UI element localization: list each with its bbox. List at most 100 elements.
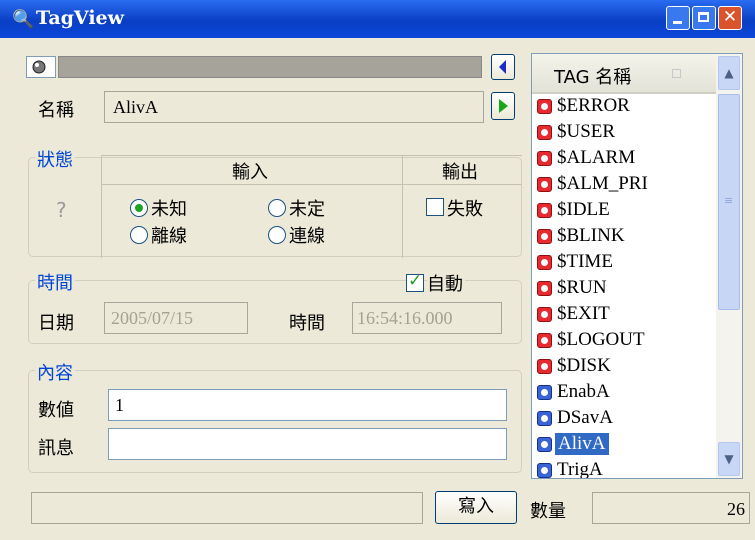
- tag-list-item[interactable]: $ERROR: [532, 94, 714, 120]
- scroll-thumb[interactable]: ≡: [718, 94, 740, 310]
- close-button[interactable]: ✕: [718, 6, 742, 30]
- time-label: 時間: [289, 313, 325, 334]
- tag-list[interactable]: TAG 名稱 $ERROR $USER $ALARM $ALM_PRI $IDLE $BL…: [531, 53, 743, 479]
- tag-items: $ERROR $USER $ALARM $ALM_PRI $IDLE $BLINK $TIM…: [532, 94, 716, 478]
- user-tag-icon: [537, 437, 552, 452]
- write-button[interactable]: 寫入: [435, 491, 517, 524]
- system-tag-icon: [537, 177, 552, 192]
- message-label: 訊息: [38, 438, 74, 459]
- magnifier-icon: 🔍: [12, 9, 35, 30]
- output-header: 輸出: [442, 162, 478, 183]
- radio-online[interactable]: [268, 226, 286, 244]
- tag-type-icon: [26, 56, 56, 78]
- status-group-title: 狀態: [35, 146, 75, 172]
- status-unknown-mark: ?: [56, 198, 67, 222]
- user-tag-icon: [537, 385, 552, 400]
- scroll-up-button[interactable]: ▲: [718, 56, 740, 90]
- name-label: 名稱: [38, 100, 74, 121]
- tag-list-scrollbar[interactable]: ▲ ≡ ▼: [716, 54, 742, 478]
- message-input[interactable]: [108, 428, 507, 460]
- tag-name: $USER: [557, 121, 616, 142]
- time-group-title: 時間: [35, 269, 75, 295]
- radio-offline-label: 離線: [151, 226, 187, 247]
- next-tag-button[interactable]: [491, 92, 515, 120]
- date-label: 日期: [38, 313, 74, 334]
- system-tag-icon: [537, 229, 552, 244]
- user-tag-icon: [537, 411, 552, 426]
- tag-list-item[interactable]: EnabA: [532, 380, 714, 406]
- scroll-down-button[interactable]: ▼: [718, 442, 740, 476]
- tag-name: $LOGOUT: [557, 329, 645, 350]
- fail-label: 失敗: [447, 199, 483, 220]
- value-label: 數値: [38, 400, 74, 421]
- date-value: 2005/07/15: [111, 308, 194, 328]
- tag-list-item[interactable]: $ALM_PRI: [532, 172, 714, 198]
- tag-list-item[interactable]: $LOGOUT: [532, 328, 714, 354]
- status-bar: [31, 492, 423, 524]
- tagview-window: 🔍 TagView ✕ 名稱 AlivA 狀態 ? 輸入 輸出 未知 未定 離線…: [0, 0, 755, 540]
- value-text: 1: [115, 395, 124, 415]
- tag-list-header-label: TAG 名稱: [554, 67, 632, 88]
- window-title: TagView: [36, 7, 124, 29]
- radio-undetermined-label: 未定: [289, 199, 325, 220]
- tag-list-item[interactable]: $DISK: [532, 354, 714, 380]
- system-tag-icon: [537, 255, 552, 270]
- system-tag-icon: [537, 281, 552, 296]
- name-field: AlivA: [104, 91, 484, 123]
- fail-checkbox[interactable]: [426, 198, 444, 216]
- auto-checkbox[interactable]: [406, 271, 424, 292]
- time-value: 16:54:16.000: [357, 308, 453, 328]
- auto-label: 自動: [427, 270, 465, 296]
- tag-name: $BLINK: [557, 225, 625, 246]
- tag-list-item[interactable]: $USER: [532, 120, 714, 146]
- tag-list-item[interactable]: $EXIT: [532, 302, 714, 328]
- time-field: 16:54:16.000: [352, 302, 502, 334]
- tag-list-item[interactable]: DSavA: [532, 406, 714, 432]
- system-tag-icon: [537, 125, 552, 140]
- count-field: 26: [592, 492, 750, 524]
- tag-list-item[interactable]: $ALARM: [532, 146, 714, 172]
- tag-list-item[interactable]: $RUN: [532, 276, 714, 302]
- tag-name: $ERROR: [557, 95, 630, 116]
- tag-name: DSavA: [557, 407, 613, 428]
- title-bar[interactable]: 🔍 TagView ✕: [0, 0, 755, 38]
- maximize-button[interactable]: [692, 6, 716, 30]
- tag-name: $EXIT: [557, 303, 610, 324]
- count-value: 26: [727, 499, 745, 519]
- tag-name: $ALM_PRI: [557, 173, 648, 194]
- tag-list-item[interactable]: $IDLE: [532, 198, 714, 224]
- tag-list-header[interactable]: TAG 名稱: [532, 54, 716, 94]
- sort-icon: [672, 69, 681, 78]
- grip-icon: ≡: [724, 194, 734, 207]
- tag-name: $IDLE: [557, 199, 610, 220]
- radio-online-label: 連線: [289, 226, 325, 247]
- tag-name: TrigA: [557, 459, 603, 479]
- radio-offline[interactable]: [130, 226, 148, 244]
- minimize-button[interactable]: [666, 6, 690, 30]
- system-tag-icon: [537, 359, 552, 374]
- tag-name: $RUN: [557, 277, 607, 298]
- tag-list-item[interactable]: $BLINK: [532, 224, 714, 250]
- system-tag-icon: [537, 333, 552, 348]
- system-tag-icon: [537, 307, 552, 322]
- prev-tag-button[interactable]: [491, 54, 515, 80]
- tag-name: $DISK: [557, 355, 611, 376]
- input-header: 輸入: [232, 162, 268, 183]
- radio-undetermined[interactable]: [268, 199, 286, 217]
- system-tag-icon: [537, 99, 552, 114]
- tag-name: $ALARM: [557, 147, 636, 168]
- system-tag-icon: [537, 151, 552, 166]
- tag-list-item[interactable]: $TIME: [532, 250, 714, 276]
- radio-unknown[interactable]: [130, 199, 148, 217]
- tag-list-item[interactable]: AlivA: [532, 432, 714, 458]
- name-value: AlivA: [113, 97, 158, 117]
- user-tag-icon: [537, 463, 552, 478]
- date-field: 2005/07/15: [104, 302, 248, 334]
- radio-unknown-label: 未知: [151, 199, 187, 220]
- tag-list-item[interactable]: TrigA: [532, 458, 714, 479]
- tag-name: AlivA: [555, 433, 609, 455]
- value-input[interactable]: 1: [108, 389, 507, 421]
- tag-name: EnabA: [557, 381, 610, 402]
- system-tag-icon: [537, 203, 552, 218]
- content-group-title: 內容: [35, 359, 75, 385]
